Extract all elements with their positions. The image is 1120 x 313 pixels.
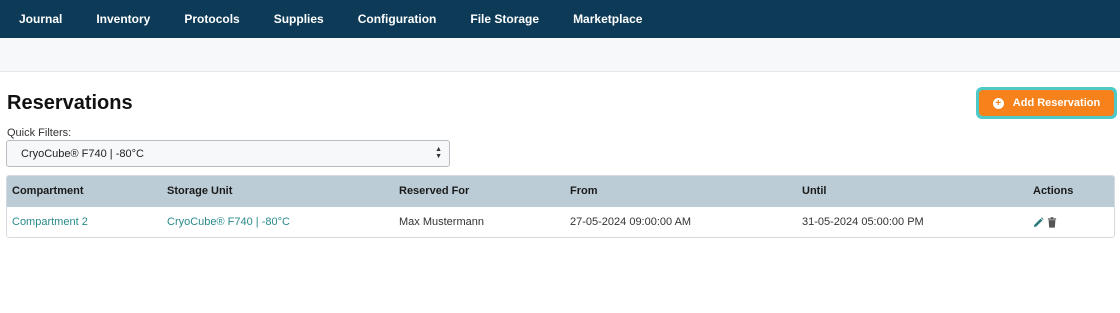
edit-pencil-icon[interactable] <box>1033 217 1044 228</box>
quick-filters-select[interactable]: CryoCube® F740 | -80°C ▲ ▼ <box>6 140 450 167</box>
add-reservation-label: Add Reservation <box>1012 97 1101 109</box>
column-header-reserved-for[interactable]: Reserved For <box>399 176 469 207</box>
quick-filters-label: Quick Filters: <box>7 127 72 139</box>
cell-reserved-for: Max Mustermann <box>399 216 484 228</box>
nav-item-inventory[interactable]: Inventory <box>96 12 150 26</box>
add-reservation-focus-ring: + Add Reservation <box>976 87 1117 119</box>
nav-item-protocols[interactable]: Protocols <box>184 12 239 26</box>
cell-storage-unit-link[interactable]: CryoCube® F740 | -80°C <box>167 207 290 237</box>
nav-item-file-storage[interactable]: File Storage <box>470 12 539 26</box>
table-header-row: Compartment Storage Unit Reserved For Fr… <box>7 176 1114 207</box>
table-row: Compartment 2 CryoCube® F740 | -80°C Max… <box>7 207 1114 237</box>
top-navigation: Journal Inventory Protocols Supplies Con… <box>0 0 1120 38</box>
nav-item-journal[interactable]: Journal <box>19 12 62 26</box>
cell-from: 27-05-2024 09:00:00 AM <box>570 216 692 228</box>
cell-compartment-link[interactable]: Compartment 2 <box>12 207 88 237</box>
cell-actions <box>1033 207 1057 237</box>
column-header-compartment[interactable]: Compartment <box>12 176 84 207</box>
column-header-actions: Actions <box>1033 185 1074 197</box>
add-reservation-button[interactable]: + Add Reservation <box>979 90 1114 116</box>
nav-item-supplies[interactable]: Supplies <box>274 12 324 26</box>
select-arrows-icon: ▲ ▼ <box>435 146 442 160</box>
nav-item-marketplace[interactable]: Marketplace <box>573 12 642 26</box>
sub-header-bar <box>0 38 1120 72</box>
delete-trash-icon[interactable] <box>1047 217 1057 228</box>
cell-until: 31-05-2024 05:00:00 PM <box>802 216 924 228</box>
page-title: Reservations <box>7 92 133 114</box>
column-header-storage-unit[interactable]: Storage Unit <box>167 176 232 207</box>
nav-item-configuration[interactable]: Configuration <box>358 12 437 26</box>
plus-circle-icon: + <box>992 97 1004 109</box>
column-header-from[interactable]: From <box>570 176 598 207</box>
quick-filters-selected-value: CryoCube® F740 | -80°C <box>21 147 144 160</box>
column-header-until[interactable]: Until <box>802 176 826 207</box>
reservations-table: Compartment Storage Unit Reserved For Fr… <box>6 175 1115 238</box>
